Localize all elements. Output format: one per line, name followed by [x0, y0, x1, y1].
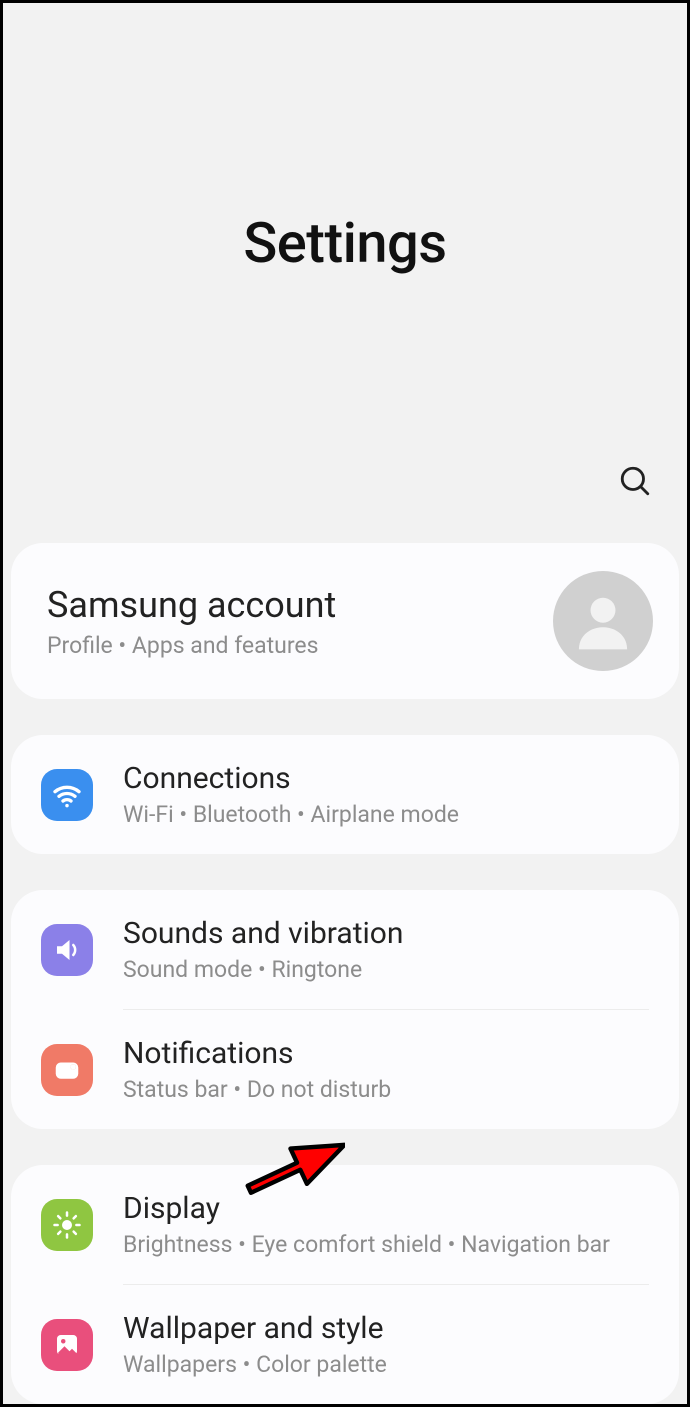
- row-title: Connections: [123, 761, 651, 797]
- hero-area: Settings: [3, 3, 687, 503]
- search-icon: [618, 464, 652, 498]
- account-subtitle: Profile • Apps and features: [47, 632, 553, 659]
- settings-group-connections: Connections Wi-Fi • Bluetooth • Airplane…: [11, 735, 679, 854]
- page-title: Settings: [243, 210, 446, 276]
- person-icon: [569, 587, 637, 655]
- row-title: Sounds and vibration: [123, 916, 651, 952]
- row-body: Notifications Status bar • Do not distur…: [123, 1036, 651, 1103]
- samsung-account-row[interactable]: Samsung account Profile • Apps and featu…: [11, 543, 679, 699]
- avatar[interactable]: [553, 571, 653, 671]
- row-body: Display Brightness • Eye comfort shield …: [123, 1191, 651, 1258]
- account-text: Samsung account Profile • Apps and featu…: [47, 584, 553, 659]
- settings-screen: Settings Samsung account Profile • Apps …: [0, 0, 690, 1407]
- settings-group-sound-notif: Sounds and vibration Sound mode • Ringto…: [11, 890, 679, 1129]
- account-title: Samsung account: [47, 584, 553, 626]
- search-button[interactable]: [613, 459, 657, 503]
- row-sounds[interactable]: Sounds and vibration Sound mode • Ringto…: [11, 890, 679, 1009]
- row-wallpaper[interactable]: Wallpaper and style Wallpapers • Color p…: [11, 1285, 679, 1404]
- settings-group-display: Display Brightness • Eye comfort shield …: [11, 1165, 679, 1404]
- row-subtitle: Brightness • Eye comfort shield • Naviga…: [123, 1231, 651, 1258]
- row-display[interactable]: Display Brightness • Eye comfort shield …: [11, 1165, 679, 1284]
- row-subtitle: Sound mode • Ringtone: [123, 956, 651, 983]
- brightness-icon: [41, 1199, 93, 1251]
- row-subtitle: Status bar • Do not disturb: [123, 1076, 651, 1103]
- sound-icon: [41, 924, 93, 976]
- row-body: Wallpaper and style Wallpapers • Color p…: [123, 1311, 651, 1378]
- row-title: Notifications: [123, 1036, 651, 1072]
- wallpaper-icon: [41, 1319, 93, 1371]
- row-title: Display: [123, 1191, 651, 1227]
- wifi-icon: [41, 769, 93, 821]
- row-notifications[interactable]: Notifications Status bar • Do not distur…: [11, 1010, 679, 1129]
- row-subtitle: Wi-Fi • Bluetooth • Airplane mode: [123, 801, 651, 828]
- row-connections[interactable]: Connections Wi-Fi • Bluetooth • Airplane…: [11, 735, 679, 854]
- row-body: Connections Wi-Fi • Bluetooth • Airplane…: [123, 761, 651, 828]
- row-title: Wallpaper and style: [123, 1311, 651, 1347]
- row-subtitle: Wallpapers • Color palette: [123, 1351, 651, 1378]
- row-body: Sounds and vibration Sound mode • Ringto…: [123, 916, 651, 983]
- notification-icon: [41, 1044, 93, 1096]
